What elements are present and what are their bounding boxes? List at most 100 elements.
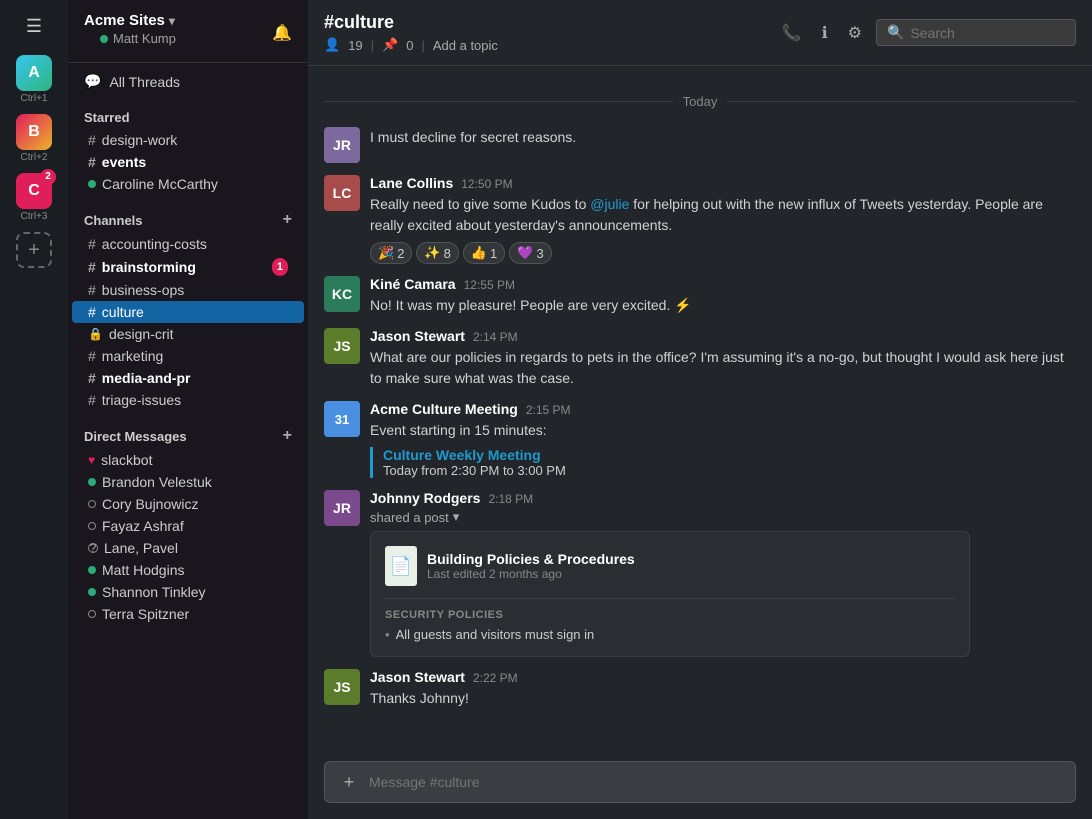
message-input[interactable] — [369, 774, 1063, 790]
channel-search[interactable]: 🔍 — [876, 19, 1076, 46]
workspace-2[interactable]: B Ctrl+2 — [10, 110, 58, 167]
calendar-avatar: 31 — [324, 401, 360, 437]
doc-bullet: All guests and visitors must sign in — [385, 627, 955, 642]
members-count: 19 — [348, 38, 362, 53]
sidebar-item-brandon[interactable]: Brandon Velestuk — [72, 471, 304, 493]
message-header-kine: Kiné Camara 12:55 PM — [370, 276, 1076, 292]
message-content: I must decline for secret reasons. — [370, 127, 1076, 163]
search-icon: 🔍 — [887, 24, 904, 41]
message-input-box: + — [324, 761, 1076, 803]
hash-icon: # — [88, 282, 96, 298]
doc-info: Building Policies & Procedures Last edit… — [427, 551, 635, 581]
message-header-calendar: Acme Culture Meeting 2:15 PM — [370, 401, 1076, 417]
event-title[interactable]: Culture Weekly Meeting — [383, 447, 1076, 463]
attach-button[interactable]: + — [337, 770, 361, 794]
sidebar-item-design-work[interactable]: # design-work — [72, 129, 304, 151]
search-input[interactable] — [910, 25, 1065, 41]
sidebar-item-events[interactable]: # events — [72, 151, 304, 173]
message-author-jason-1: Jason Stewart — [370, 328, 465, 344]
message-header-jason-2: Jason Stewart 2:22 PM — [370, 669, 1076, 685]
info-button[interactable]: ℹ — [816, 19, 834, 47]
messages-area: Today JR I must decline for secret reaso… — [308, 66, 1092, 751]
channel-meta: 👤 19 | 📌 0 | Add a topic — [324, 37, 498, 53]
starred-section: Starred # design-work # events Caroline … — [68, 100, 308, 201]
shannon-online-dot — [88, 588, 96, 596]
date-divider: Today — [308, 94, 1092, 109]
main-content: #culture 👤 19 | 📌 0 | Add a topic 📞 ℹ ⚙ … — [308, 0, 1092, 819]
fayaz-offline-circle — [88, 522, 96, 530]
avatar-lane-collins: LC — [324, 175, 360, 211]
matt-h-online-dot — [88, 566, 96, 574]
avatar-jason: JS — [324, 328, 360, 364]
sidebar-item-slackbot[interactable]: ♥ slackbot — [72, 449, 304, 471]
hamburger-button[interactable]: ☰ — [18, 12, 50, 41]
message-input-area: + — [308, 751, 1092, 819]
hash-icon: # — [88, 392, 96, 408]
hash-icon: # — [88, 259, 96, 275]
pin-count: 0 — [406, 38, 413, 53]
phone-call-button[interactable]: 📞 — [776, 19, 808, 47]
doc-section-title: SECURITY POLICIES — [385, 609, 955, 621]
user-name: Matt Kump — [113, 31, 176, 46]
message-group-jason-1: JS Jason Stewart 2:14 PM What are our po… — [308, 322, 1092, 395]
ws2-label: Ctrl+2 — [21, 152, 48, 163]
sidebar-item-caroline-mccarthy[interactable]: Caroline McCarthy — [72, 173, 304, 195]
sidebar-item-media-and-pr[interactable]: # media-and-pr — [72, 367, 304, 389]
ws1-icon: A — [28, 64, 40, 82]
channel-header-left: #culture 👤 19 | 📌 0 | Add a topic — [324, 12, 498, 53]
sidebar-item-culture[interactable]: # culture — [72, 301, 304, 323]
workspace-3[interactable]: C 2 Ctrl+3 — [10, 169, 58, 226]
message-time-calendar: 2:15 PM — [526, 403, 571, 417]
workspace-name[interactable]: Acme Sites ▾ — [84, 12, 192, 29]
sidebar-item-business-ops[interactable]: # business-ops — [72, 279, 304, 301]
add-workspace-button[interactable]: + — [16, 232, 52, 268]
all-threads-item[interactable]: 💬 All Threads — [68, 69, 308, 94]
user-online-indicator — [100, 35, 108, 43]
sidebar-item-cory[interactable]: Cory Bujnowicz — [72, 493, 304, 515]
reaction-sparkles[interactable]: ✨ 8 — [416, 242, 458, 264]
message-author: Lane Collins — [370, 175, 453, 191]
notification-bell[interactable]: 🔔 — [272, 23, 292, 43]
hash-icon-events: # — [88, 154, 96, 170]
sidebar-item-shannon[interactable]: Shannon Tinkley — [72, 581, 304, 603]
sidebar-item-fayaz[interactable]: Fayaz Ashraf — [72, 515, 304, 537]
cory-offline-circle — [88, 500, 96, 508]
doc-header: 📄 Building Policies & Procedures Last ed… — [385, 546, 955, 586]
lock-icon: 🔒 — [88, 327, 103, 341]
all-threads-section: 💬 All Threads — [68, 63, 308, 100]
sidebar-item-lane-pavel[interactable]: ? Lane, Pavel — [72, 537, 304, 559]
sidebar-item-design-crit[interactable]: 🔒 design-crit — [72, 323, 304, 345]
add-dm-button[interactable]: + — [283, 427, 292, 445]
members-icon: 👤 — [324, 37, 340, 53]
pin-icon: 📌 — [382, 37, 398, 53]
reaction-heart[interactable]: 💜 3 — [509, 242, 551, 264]
doc-subtitle: Last edited 2 months ago — [427, 567, 635, 581]
starred-section-header: Starred — [68, 106, 308, 129]
sidebar-item-accounting-costs[interactable]: # accounting-costs — [72, 233, 304, 255]
message-content-kine: Kiné Camara 12:55 PM No! It was my pleas… — [370, 276, 1076, 316]
sidebar-item-triage-issues[interactable]: # triage-issues — [72, 389, 304, 411]
sidebar-item-terra[interactable]: Terra Spitzner — [72, 603, 304, 625]
ws3-label: Ctrl+3 — [21, 211, 48, 222]
message-text: Really need to give some Kudos to @julie… — [370, 194, 1076, 236]
doc-title[interactable]: Building Policies & Procedures — [427, 551, 635, 567]
message-author-kine: Kiné Camara — [370, 276, 456, 292]
message-time-jason-2: 2:22 PM — [473, 671, 518, 685]
workspace-1[interactable]: A Ctrl+1 — [10, 51, 58, 108]
add-channel-button[interactable]: + — [283, 211, 292, 229]
doc-icon: 📄 — [385, 546, 417, 586]
sidebar-item-matt-hodgins[interactable]: Matt Hodgins — [72, 559, 304, 581]
dropdown-chevron-icon[interactable]: ▾ — [453, 509, 460, 525]
settings-button[interactable]: ⚙ — [842, 19, 868, 47]
reaction-thumbsup[interactable]: 👍 1 — [463, 242, 505, 264]
avatar-johnny: JR — [324, 490, 360, 526]
brainstorming-badge: 1 — [272, 258, 288, 276]
sidebar-item-brainstorming[interactable]: # brainstorming 1 — [72, 255, 304, 279]
channel-header: #culture 👤 19 | 📌 0 | Add a topic 📞 ℹ ⚙ … — [308, 0, 1092, 66]
message-group-lane-collins: LC Lane Collins 12:50 PM Really need to … — [308, 169, 1092, 270]
reaction-party[interactable]: 🎉 2 — [370, 242, 412, 264]
hash-icon: # — [88, 236, 96, 252]
message-time-jason-1: 2:14 PM — [473, 330, 518, 344]
sidebar-item-marketing[interactable]: # marketing — [72, 345, 304, 367]
add-topic-button[interactable]: Add a topic — [433, 38, 498, 53]
